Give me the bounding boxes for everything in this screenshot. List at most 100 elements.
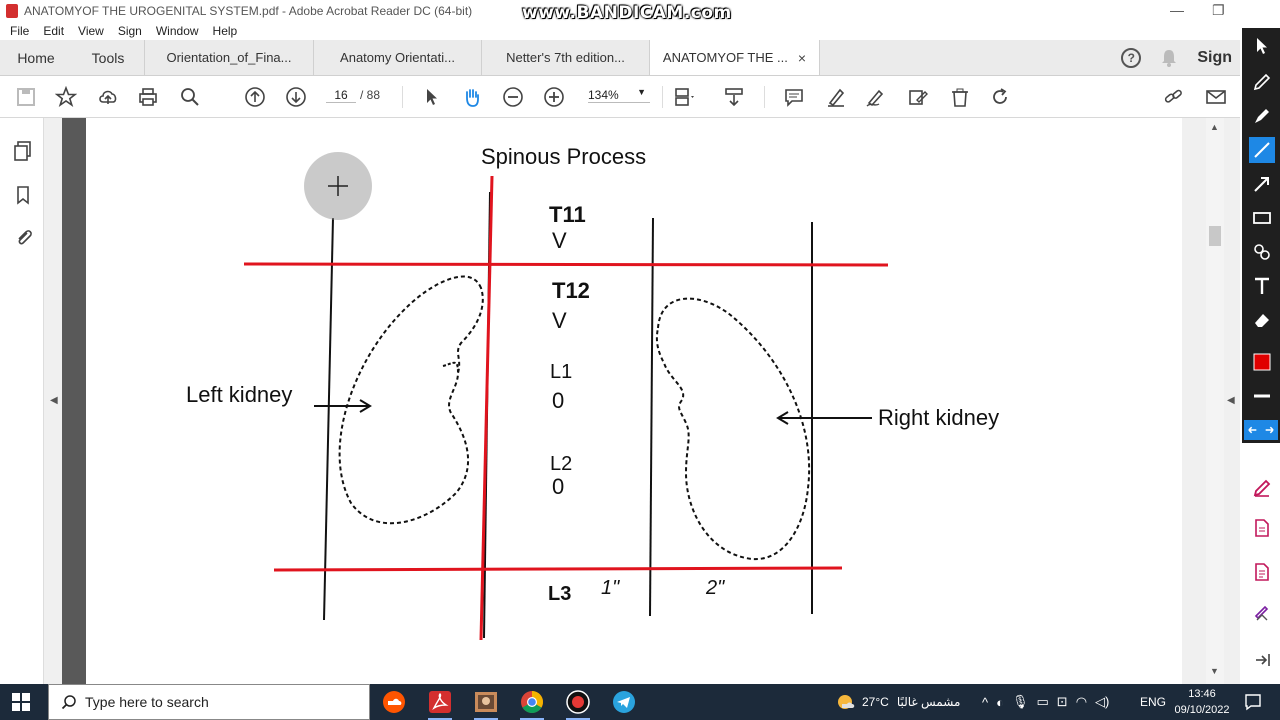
chrome-app-icon[interactable] bbox=[520, 690, 544, 720]
palette-color-swatch-red[interactable] bbox=[1249, 349, 1275, 375]
clock-date: 09/10/2022 bbox=[1174, 704, 1230, 716]
tray-microphone-icon[interactable]: 🎙 bbox=[1012, 694, 1029, 710]
scroll-mode-icon[interactable] bbox=[722, 85, 746, 109]
tray-display-icon[interactable]: ▭ bbox=[1036, 694, 1048, 710]
vertebra-label-l1: L1 bbox=[550, 361, 572, 383]
page-number-input[interactable]: 16 bbox=[326, 88, 356, 103]
next-page-icon[interactable] bbox=[284, 85, 308, 109]
restore-button[interactable]: ❐ bbox=[1212, 2, 1225, 19]
tray-network-icon[interactable]: ⊡ bbox=[1057, 694, 1068, 710]
hand-tool-icon[interactable] bbox=[460, 85, 484, 109]
tab-document-1[interactable]: Orientation_of_Fina... bbox=[144, 40, 314, 75]
palette-text-icon[interactable] bbox=[1249, 273, 1275, 299]
vertebra-marker-icon: V bbox=[552, 228, 567, 253]
tray-wifi-icon[interactable]: ◠ bbox=[1076, 694, 1087, 710]
main-toolbar: 16 / 88 134% ▼ bbox=[0, 76, 1240, 118]
delete-trash-icon[interactable] bbox=[948, 85, 972, 109]
find-zoom-icon[interactable] bbox=[178, 85, 202, 109]
palette-arrow-icon[interactable] bbox=[1249, 171, 1275, 197]
palette-eraser-icon[interactable] bbox=[1249, 307, 1275, 333]
palette-marker-icon[interactable] bbox=[1249, 103, 1275, 129]
windows-taskbar: Type here to search 27°C مشمس غالبًا ^ ◐… bbox=[0, 684, 1280, 720]
rotate-icon[interactable] bbox=[988, 85, 1012, 109]
weather-widget[interactable]: 27°C مشمس غالبًا bbox=[834, 684, 960, 720]
help-icon[interactable]: ? bbox=[1121, 47, 1142, 68]
edit-pdf-icon[interactable] bbox=[1252, 478, 1272, 498]
scroll-up-arrow-icon[interactable]: ▲ bbox=[1210, 122, 1219, 132]
collapse-tools-pane-icon[interactable] bbox=[1252, 650, 1272, 670]
comment-icon[interactable] bbox=[782, 85, 806, 109]
toolbar-divider bbox=[662, 86, 663, 108]
menu-file[interactable]: File bbox=[10, 24, 29, 38]
highlight-pen-icon[interactable] bbox=[824, 85, 848, 109]
palette-pencil-icon[interactable] bbox=[1249, 69, 1275, 95]
right-kidney-label: Right kidney bbox=[878, 405, 999, 430]
export-pdf-icon[interactable] bbox=[1252, 562, 1272, 582]
previous-page-icon[interactable] bbox=[243, 85, 267, 109]
tab-document-3-label: Netter's 7th edition... bbox=[506, 50, 625, 65]
share-link-icon[interactable] bbox=[1162, 85, 1186, 109]
bookmark-star-icon[interactable] bbox=[54, 85, 78, 109]
fill-sign-icon[interactable] bbox=[906, 85, 930, 109]
tab-home[interactable]: Home bbox=[0, 40, 72, 75]
collapse-right-panel-arrow-icon[interactable]: ◀ bbox=[1227, 395, 1235, 406]
language-indicator[interactable]: ENG bbox=[1140, 684, 1166, 720]
acrobat-app-icon[interactable] bbox=[428, 690, 452, 720]
page-thumbnails-icon[interactable] bbox=[12, 140, 34, 162]
page-total: / 88 bbox=[360, 88, 381, 102]
notification-bell-icon[interactable] bbox=[1161, 49, 1177, 67]
palette-cursor-icon[interactable] bbox=[1249, 33, 1275, 59]
tray-chevron-up-icon[interactable]: ^ bbox=[982, 695, 988, 710]
palette-expand-arrows-icon[interactable] bbox=[1244, 420, 1278, 440]
fill-and-sign-icon[interactable] bbox=[1252, 602, 1272, 622]
scrollbar-thumb[interactable] bbox=[1209, 226, 1221, 246]
attachments-paperclip-icon[interactable] bbox=[12, 226, 34, 248]
tab-document-4-active[interactable]: ANATOMYOF THE ... × bbox=[650, 40, 820, 75]
collapse-left-panel-arrow-icon[interactable]: ◀ bbox=[50, 395, 58, 406]
palette-line-width-icon[interactable] bbox=[1249, 383, 1275, 409]
bandicam-record-icon[interactable] bbox=[566, 690, 590, 720]
taskbar-clock[interactable]: 13:46 09/10/2022 bbox=[1170, 686, 1234, 718]
vertical-line bbox=[649, 217, 654, 617]
taskbar-search-box[interactable]: Type here to search bbox=[48, 684, 370, 720]
palette-numbering-icon[interactable] bbox=[1249, 239, 1275, 265]
create-pdf-icon[interactable] bbox=[1252, 518, 1272, 538]
bookmarks-icon[interactable] bbox=[12, 184, 34, 206]
print-icon[interactable] bbox=[136, 85, 160, 109]
save-icon[interactable] bbox=[14, 85, 38, 109]
telegram-app-icon[interactable] bbox=[612, 690, 636, 714]
email-icon[interactable] bbox=[1204, 85, 1228, 109]
page-display-icon[interactable] bbox=[672, 85, 696, 109]
tray-meet-icon[interactable]: ◐ bbox=[996, 695, 1004, 710]
zoom-level-select[interactable]: 134% ▼ bbox=[588, 87, 650, 103]
zoom-out-icon[interactable] bbox=[501, 85, 525, 109]
upload-cloud-icon[interactable] bbox=[96, 85, 120, 109]
menu-help[interactable]: Help bbox=[213, 24, 238, 38]
draw-freeform-icon[interactable] bbox=[864, 85, 888, 109]
sign-in-link[interactable]: Sign bbox=[1197, 49, 1232, 67]
tab-tools[interactable]: Tools bbox=[72, 40, 144, 75]
clock-time: 13:46 bbox=[1188, 688, 1216, 700]
palette-line-icon[interactable] bbox=[1249, 137, 1275, 163]
minimize-button[interactable]: — bbox=[1170, 2, 1184, 18]
zoom-in-icon[interactable] bbox=[542, 85, 566, 109]
windows-start-icon[interactable] bbox=[12, 693, 30, 711]
measure-1-inch: 1" bbox=[601, 577, 620, 599]
notification-center-icon[interactable] bbox=[1244, 693, 1262, 711]
page-gutter bbox=[62, 118, 86, 684]
soundcloud-app-icon[interactable] bbox=[382, 690, 406, 714]
menu-sign[interactable]: Sign bbox=[118, 24, 142, 38]
tray-volume-icon[interactable]: ◁) bbox=[1095, 694, 1109, 710]
select-cursor-icon[interactable] bbox=[420, 85, 444, 109]
photos-app-icon[interactable] bbox=[474, 690, 498, 720]
menu-view[interactable]: View bbox=[78, 24, 104, 38]
scroll-down-arrow-icon[interactable]: ▼ bbox=[1210, 666, 1219, 676]
tab-document-2[interactable]: Anatomy Orientati... bbox=[314, 40, 482, 75]
window-title: ANATOMYOF THE UROGENITAL SYSTEM.pdf - Ad… bbox=[24, 4, 473, 18]
tab-close-icon[interactable]: × bbox=[798, 50, 806, 66]
palette-rectangle-icon[interactable] bbox=[1249, 205, 1275, 231]
menu-edit[interactable]: Edit bbox=[43, 24, 64, 38]
tab-document-3[interactable]: Netter's 7th edition... bbox=[482, 40, 650, 75]
vertical-scrollbar[interactable]: ▲ ▼ bbox=[1206, 118, 1224, 684]
menu-window[interactable]: Window bbox=[156, 24, 199, 38]
